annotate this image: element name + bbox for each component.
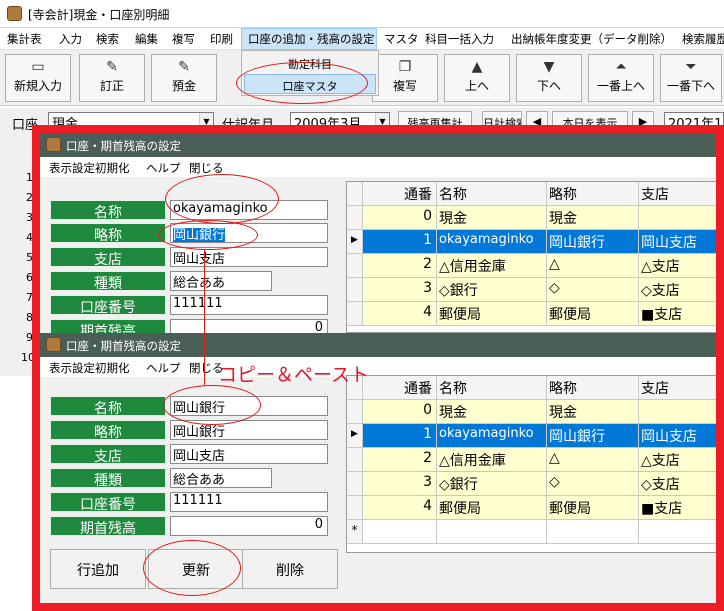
highlight-ellipse (163, 385, 261, 425)
menu-search-history[interactable]: 検索履歴 (682, 31, 724, 47)
copy-button[interactable]: ❐ 複写 (372, 54, 438, 102)
menu-account-settings[interactable]: 口座の追加・残高の設定 (248, 31, 375, 47)
menu-year-change[interactable]: 出納帳年度変更（データ削除） (511, 31, 672, 47)
move-bottom-button[interactable]: ⏷ 一番下へ (660, 54, 722, 102)
arrow-up-icon: ▲ (471, 59, 483, 75)
copy-icon: ❐ (398, 59, 412, 75)
menu-search[interactable]: 検索 (96, 31, 119, 47)
arrow-down-icon: ▼ (543, 59, 555, 75)
copy-connector-line (204, 249, 205, 386)
menu-print[interactable]: 印刷 (210, 31, 233, 47)
new-entry-button[interactable]: ▭ 新規入力 (5, 54, 71, 102)
main-menu-bar: 集計表 入力 検索 編集 複写 印刷 口座の追加・残高の設定 マスタ 科目一括入… (0, 28, 724, 50)
correct-button[interactable]: ✎ 訂正 (79, 54, 145, 102)
highlight-ellipse (165, 174, 279, 224)
main-title-bar: [寺会計]現金・口座別明細 (0, 0, 724, 28)
menu-input[interactable]: 入力 (59, 31, 82, 47)
menu-summary[interactable]: 集計表 (7, 31, 42, 47)
pencil-icon: ✎ (178, 59, 190, 75)
menu-master[interactable]: マスタ (384, 31, 419, 47)
highlight-ellipse (158, 220, 258, 250)
menu-bulk-input[interactable]: 科目一括入力 (425, 31, 494, 47)
pencil-icon: ✎ (106, 59, 118, 75)
move-down-button[interactable]: ▼ 下へ (516, 54, 582, 102)
menu-edit[interactable]: 編集 (135, 31, 158, 47)
app-icon (7, 6, 22, 21)
arrow-bottom-icon: ⏷ (685, 59, 697, 75)
highlight-ellipse (143, 540, 241, 596)
highlight-frame (32, 125, 724, 611)
move-up-button[interactable]: ▲ 上へ (444, 54, 510, 102)
arrow-top-icon: ⏶ (615, 59, 627, 75)
highlight-ellipse (236, 62, 368, 104)
menu-copy[interactable]: 複写 (172, 31, 195, 47)
copy-paste-annotation: コピー＆ペースト (218, 364, 370, 386)
deposit-button[interactable]: ✎ 預金 (151, 54, 217, 102)
new-doc-icon: ▭ (31, 59, 45, 75)
main-window-title: [寺会計]現金・口座別明細 (28, 8, 170, 22)
move-top-button[interactable]: ⏶ 一番上へ (588, 54, 654, 102)
